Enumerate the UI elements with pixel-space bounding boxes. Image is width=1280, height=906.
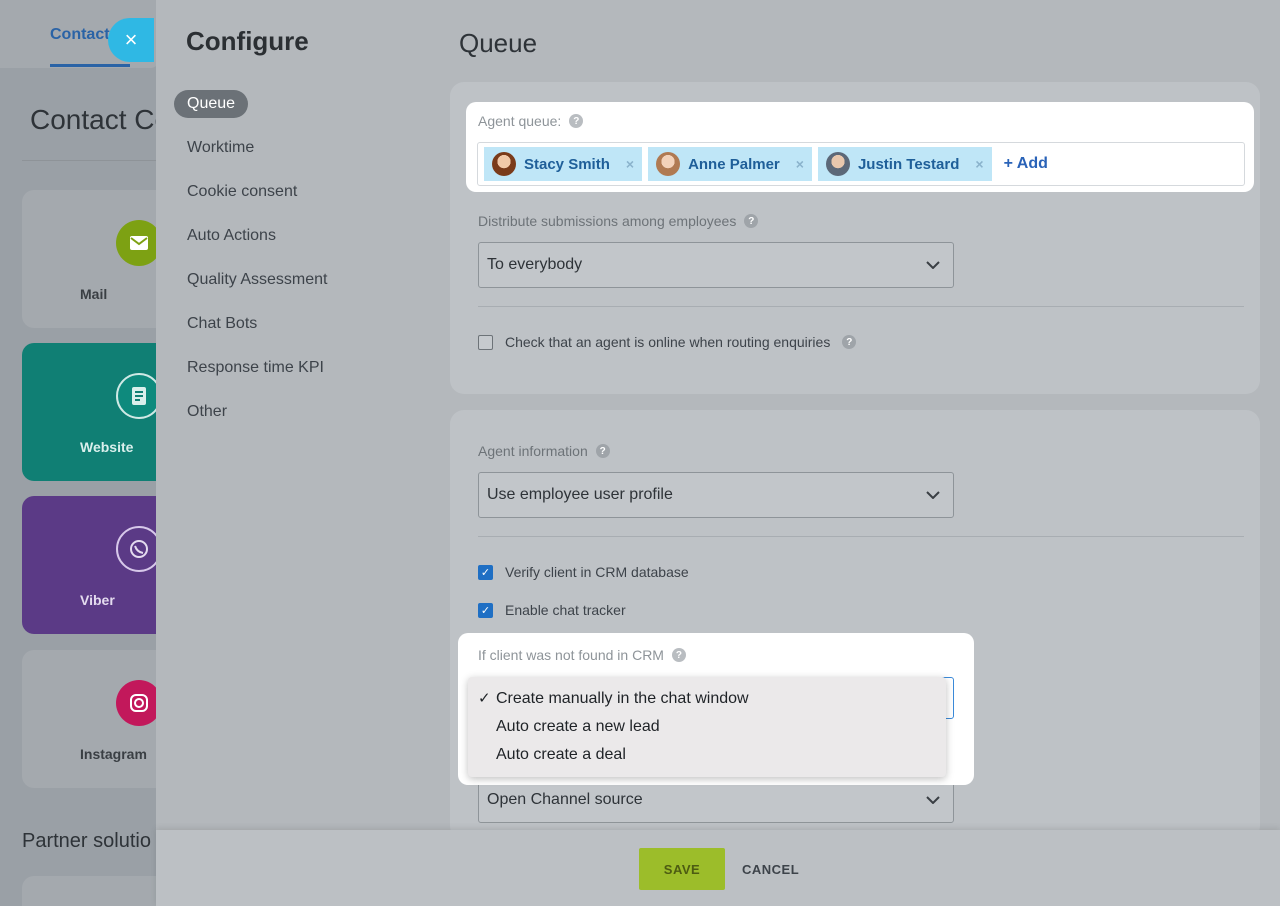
document-icon	[116, 373, 160, 419]
help-icon[interactable]: ?	[842, 335, 857, 349]
chat-tracker-label: Enable chat tracker	[505, 602, 626, 618]
avatar	[492, 152, 516, 176]
menu-item-other[interactable]: Other	[174, 398, 341, 442]
help-icon[interactable]: ?	[595, 444, 610, 458]
verify-crm-checkbox[interactable]: ✓	[478, 564, 493, 580]
agent-tag: Justin Testard ×	[817, 147, 992, 181]
slider-title: Configure	[186, 26, 309, 56]
agent-info-select[interactable]: Use employee user profile	[478, 472, 954, 518]
checkmark-icon: ✓	[478, 690, 491, 707]
menu-item-cookie-consent[interactable]: Cookie consent	[174, 178, 341, 222]
tile-viber[interactable]: Viber	[22, 496, 160, 634]
divider	[478, 536, 1244, 537]
chevron-down-icon	[923, 243, 943, 287]
remove-agent-icon[interactable]: ×	[975, 156, 983, 172]
background-divider	[22, 160, 160, 161]
agent-queue-highlight: Agent queue: ? Stacy Smith × Anne Palmer…	[466, 102, 1254, 192]
tile-label: Viber	[80, 592, 115, 608]
instagram-icon	[116, 680, 160, 726]
menu-item-queue[interactable]: Queue	[174, 90, 249, 118]
slider-footer: SAVE CANCEL	[156, 830, 1280, 906]
background-title: Contact Ce	[30, 104, 160, 135]
tile-mail[interactable]: Mail	[22, 190, 160, 328]
dropdown-option-create-manually[interactable]: ✓ Create manually in the chat window	[468, 685, 946, 713]
agent-tag: Anne Palmer ×	[648, 147, 812, 181]
online-check-checkbox[interactable]	[478, 334, 493, 350]
cancel-button[interactable]: CANCEL	[742, 848, 799, 890]
agent-info-label: Agent information ?	[478, 443, 610, 459]
chevron-down-icon	[923, 473, 943, 517]
online-check-label: Check that an agent is online when routi…	[505, 334, 831, 350]
background-page: Contact Contact Ce Mail Website Viber In…	[0, 0, 160, 906]
dropdown-option-auto-lead[interactable]: Auto create a new lead	[468, 713, 946, 741]
dropdown-option-auto-deal[interactable]: Auto create a deal	[468, 741, 946, 769]
verify-crm-label: Verify client in CRM database	[505, 564, 689, 580]
avatar	[825, 152, 850, 176]
menu-item-auto-actions[interactable]: Auto Actions	[174, 222, 341, 266]
tile-label: Mail	[80, 286, 108, 302]
save-button[interactable]: SAVE	[639, 848, 725, 890]
viber-icon	[116, 526, 160, 572]
background-tab-underline	[50, 64, 130, 67]
remove-agent-icon[interactable]: ×	[626, 156, 634, 172]
distribute-select[interactable]: To everybody	[478, 242, 954, 288]
agent-queue-label: Agent queue: ?	[478, 113, 584, 129]
distribute-label: Distribute submissions among employees ?	[478, 213, 759, 229]
chat-tracker-row[interactable]: ✓ Enable chat tracker	[478, 602, 626, 618]
agent-tag: Stacy Smith ×	[484, 147, 643, 181]
configure-menu: Queue Worktime Cookie consent Auto Actio…	[174, 90, 341, 442]
close-icon: ×	[124, 27, 138, 52]
partner-solutions-title: Partner solutio	[22, 830, 151, 852]
tile-label: Website	[80, 439, 134, 455]
menu-item-response-time-kpi[interactable]: Response time KPI	[174, 354, 341, 398]
mail-icon	[116, 220, 160, 266]
crm-not-found-highlight: If client was not found in CRM ? ✓ Creat…	[458, 633, 974, 785]
help-icon[interactable]: ?	[569, 114, 584, 128]
add-agent-link[interactable]: + Add	[1004, 155, 1048, 173]
partner-tile[interactable]	[22, 876, 160, 906]
menu-item-worktime[interactable]: Worktime	[174, 134, 341, 178]
online-check-row[interactable]: Check that an agent is online when routi…	[478, 334, 857, 350]
divider	[478, 306, 1244, 307]
tile-website[interactable]: Website	[22, 343, 160, 481]
crm-not-found-dropdown: ✓ Create manually in the chat window Aut…	[468, 677, 946, 777]
menu-item-chat-bots[interactable]: Chat Bots	[174, 310, 341, 354]
close-slider-button[interactable]: ×	[108, 18, 154, 62]
avatar	[656, 152, 681, 176]
remove-agent-icon[interactable]: ×	[796, 156, 804, 172]
help-icon[interactable]: ?	[744, 214, 759, 228]
page-title: Queue	[459, 28, 538, 58]
tile-label: Instagram	[80, 746, 147, 762]
menu-item-quality-assessment[interactable]: Quality Assessment	[174, 266, 341, 310]
tile-instagram[interactable]: Instagram	[22, 650, 160, 788]
crm-not-found-label: If client was not found in CRM ?	[478, 647, 686, 663]
background-tab-contact[interactable]: Contact	[50, 26, 110, 44]
verify-crm-row[interactable]: ✓ Verify client in CRM database	[478, 564, 689, 580]
agent-queue-field[interactable]: Stacy Smith × Anne Palmer × Justin Testa…	[477, 142, 1245, 186]
chat-tracker-checkbox[interactable]: ✓	[478, 602, 493, 618]
help-icon[interactable]: ?	[671, 648, 686, 662]
